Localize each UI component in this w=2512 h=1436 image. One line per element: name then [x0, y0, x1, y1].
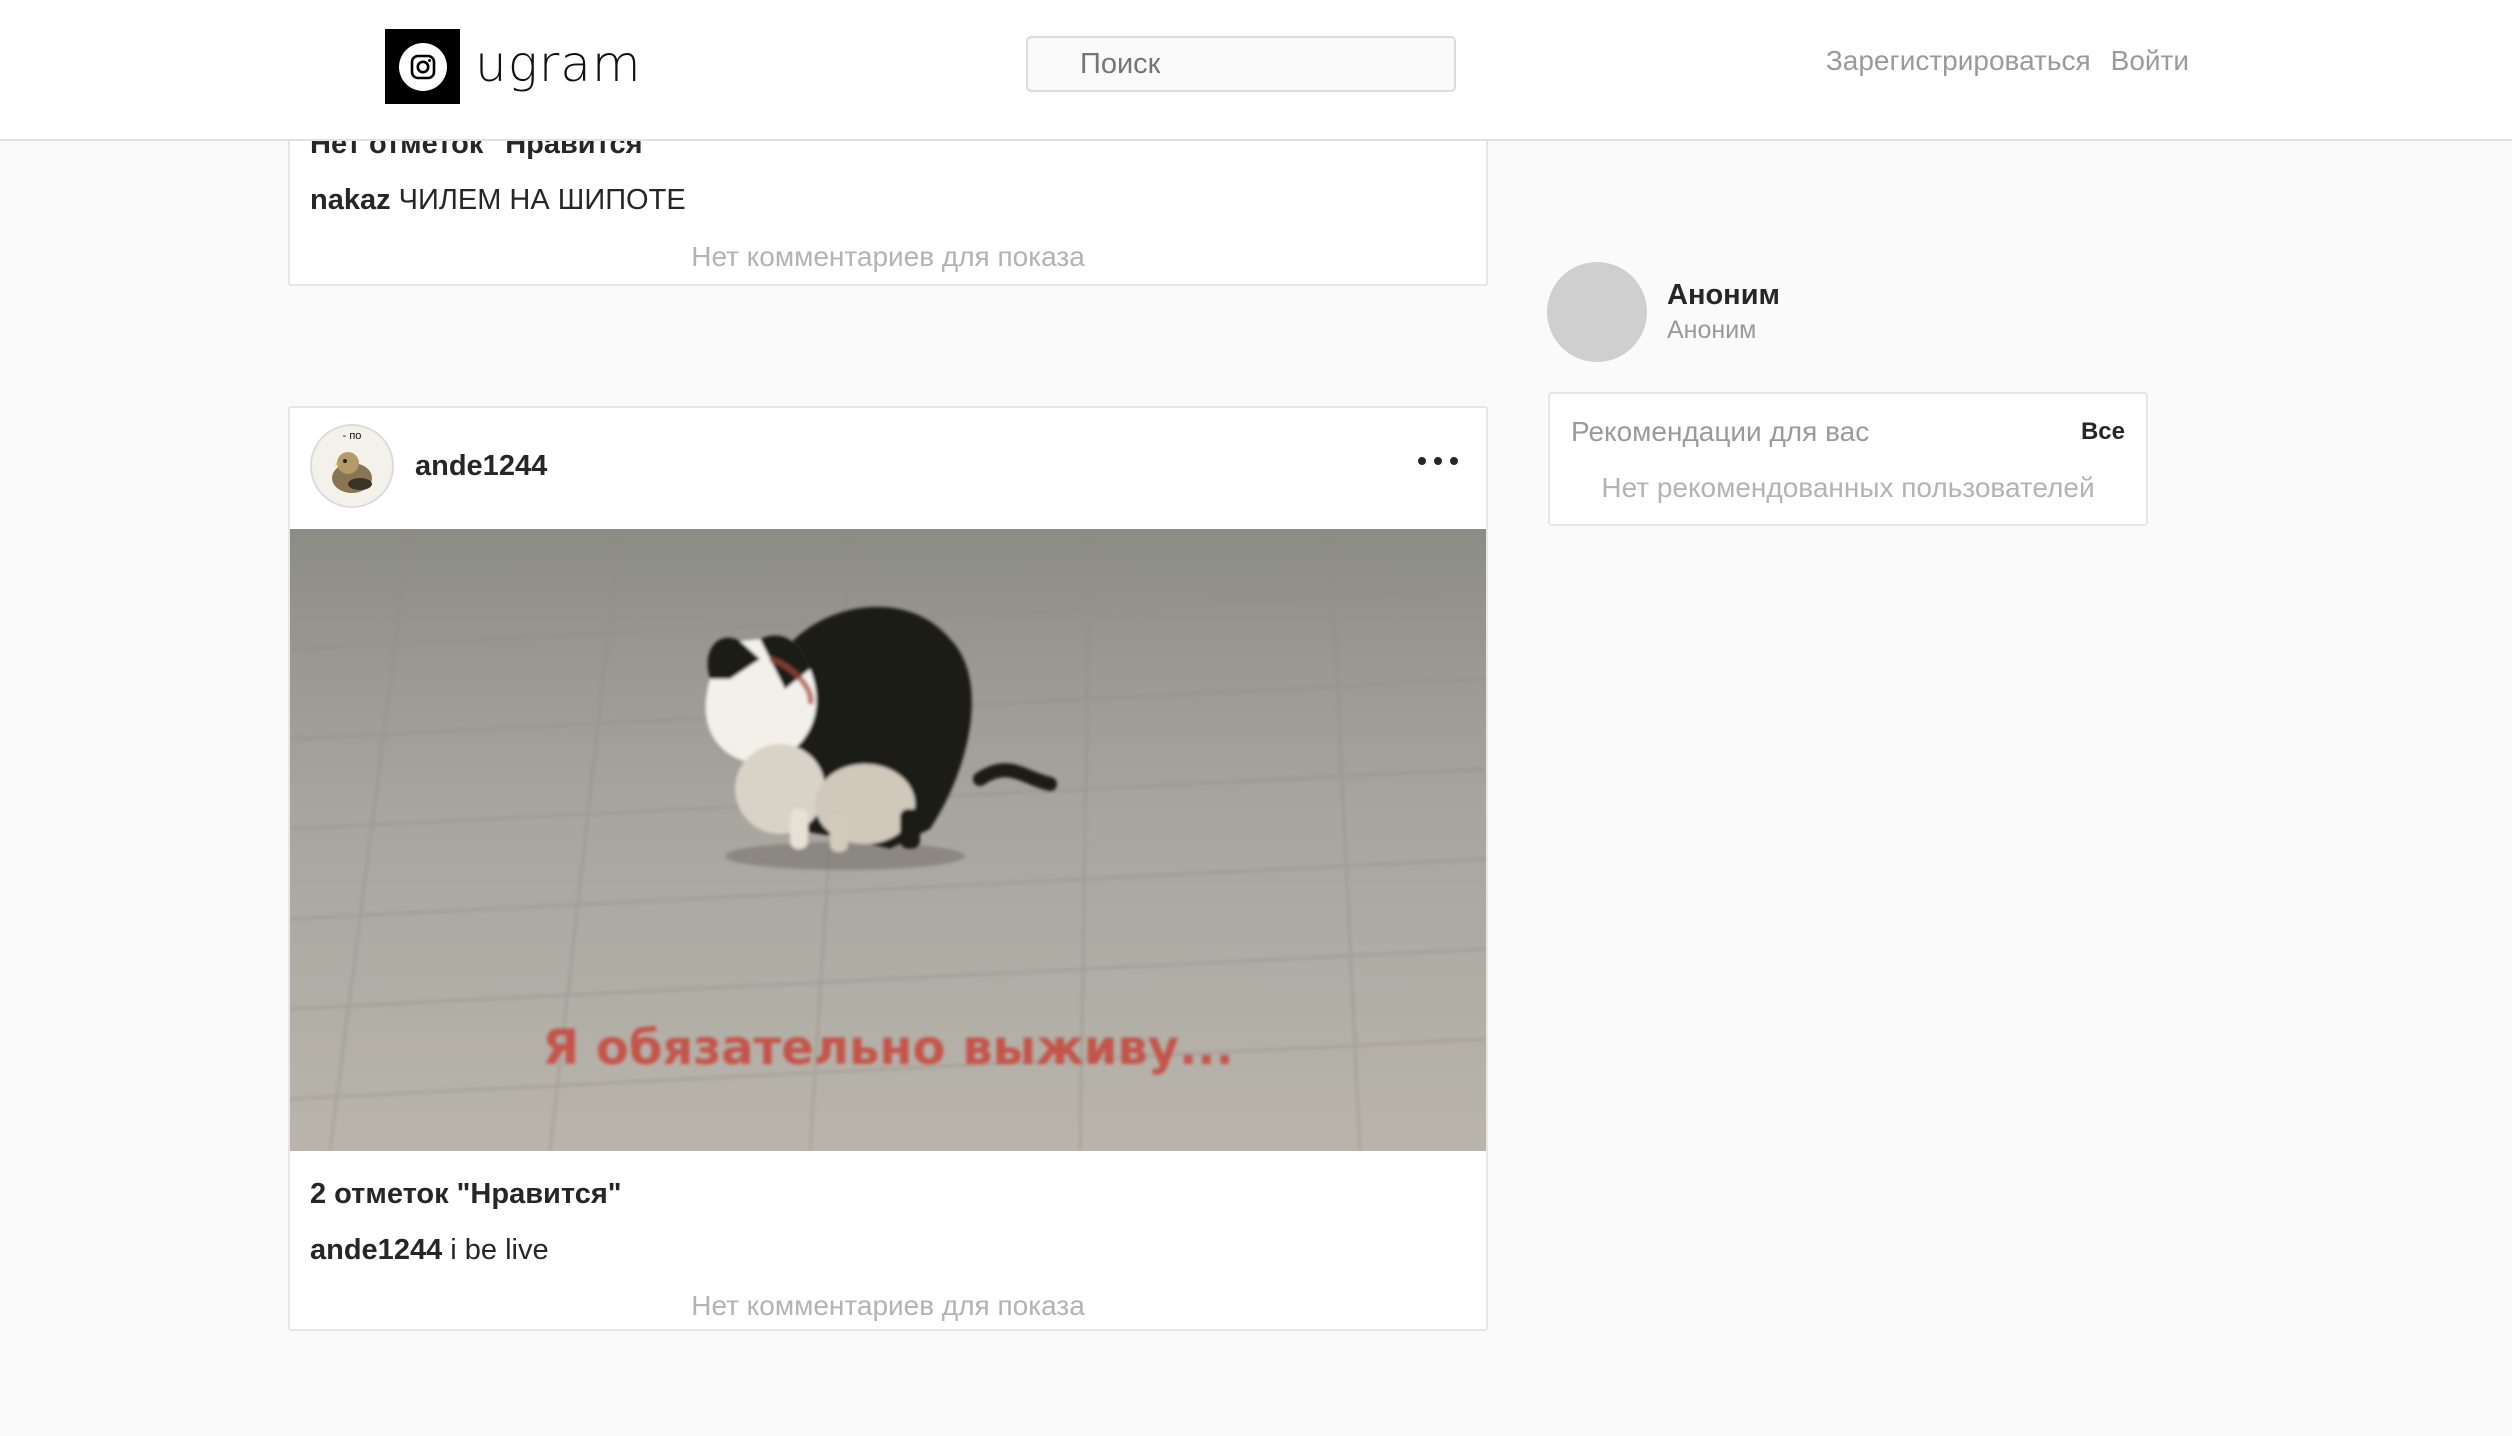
- auth-links: Зарегистрироваться Войти: [1826, 45, 2189, 77]
- post-username[interactable]: ande1244: [415, 450, 547, 483]
- post-image[interactable]: Я обязательно выживу...: [290, 529, 1486, 1151]
- likes-count[interactable]: 2 отметок "Нравится": [310, 1178, 622, 1211]
- logo-text: ugram: [475, 34, 642, 93]
- post-caption: ande1244 i be live: [310, 1234, 549, 1267]
- current-user-profile: Аноним Аноним: [1547, 262, 1780, 362]
- top-navbar: ugram Зарегистрироваться Войти: [0, 0, 2512, 141]
- avatar-overlay-text: - по: [343, 430, 362, 442]
- caption-username[interactable]: nakaz: [310, 184, 391, 216]
- recommendations-title: Рекомендации для вас: [1571, 416, 1870, 447]
- logo[interactable]: ugram: [385, 29, 642, 104]
- more-options-icon[interactable]: [1418, 446, 1458, 476]
- profile-subtitle: Аноним: [1667, 316, 1757, 344]
- recommendations-empty-text: Нет рекомендованных пользователей: [1601, 472, 2095, 503]
- search-input[interactable]: [1026, 36, 1456, 92]
- no-comments-text: Нет комментариев для показа: [691, 1290, 1085, 1321]
- login-link[interactable]: Войти: [2111, 45, 2189, 77]
- post-card: - по ande1244 Я обязательно выживу... 2 …: [288, 406, 1488, 1331]
- profile-names: Аноним Аноним: [1667, 279, 1780, 345]
- caption-text: i be live: [450, 1234, 549, 1266]
- avatar[interactable]: [1547, 262, 1647, 362]
- image-caption-text: Я обязательно выживу...: [542, 1020, 1234, 1076]
- profile-name[interactable]: Аноним: [1667, 279, 1780, 312]
- see-all-link[interactable]: Все: [2081, 418, 2125, 446]
- avatar[interactable]: - по: [310, 424, 394, 508]
- post-caption: nakaz ЧИЛЕМ НА ШИПОТЕ: [310, 184, 686, 217]
- signup-link[interactable]: Зарегистрироваться: [1826, 45, 2091, 77]
- recommendations-panel: Рекомендации для вас Все Нет рекомендова…: [1548, 392, 2148, 526]
- caption-username[interactable]: ande1244: [310, 1234, 442, 1266]
- post-header: - по ande1244: [290, 408, 1486, 529]
- caption-text: ЧИЛЕМ НА ШИПОТЕ: [398, 184, 686, 216]
- camera-logo-icon: [385, 29, 460, 104]
- no-comments-text: Нет комментариев для показа: [691, 241, 1085, 272]
